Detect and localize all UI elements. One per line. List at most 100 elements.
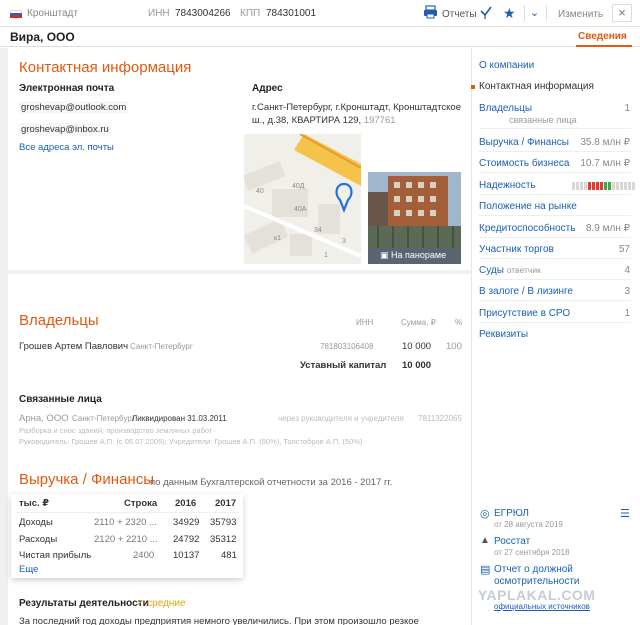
sidebar-divider: [479, 300, 631, 301]
sidebar-divider: [479, 128, 631, 129]
sidebar-item-pledge[interactable]: В залоге / В лизинге: [479, 286, 573, 297]
courts-tag: ответчик: [506, 265, 541, 275]
sidebar-divider: [479, 215, 631, 216]
flag-stripe: [10, 15, 22, 18]
close-button[interactable]: ×: [612, 4, 632, 22]
reports-button[interactable]: Отчеты: [442, 9, 477, 20]
sidebar-item-requisites[interactable]: Реквизиты: [479, 329, 528, 340]
email-value[interactable]: groshevap@outlook.com: [19, 101, 129, 114]
map-label: 40Д: [292, 183, 305, 190]
list-icon[interactable]: ☰: [620, 507, 630, 520]
pledge-count: 3: [624, 286, 630, 297]
fin-row-label: Чистая прибыль: [19, 550, 92, 561]
reliability-segment: [576, 182, 579, 190]
sidebar-item-tenders[interactable]: Участник торгов: [479, 244, 554, 255]
finance-more-link[interactable]: Еще: [19, 564, 38, 575]
panorama-label[interactable]: ▣ На панораме: [380, 250, 446, 261]
address-map[interactable]: 40Д 40 40А 34 3 к1 1: [244, 134, 361, 264]
inn-label: ИНН: [148, 8, 170, 19]
finance-value: 35.8 млн ₽: [580, 137, 630, 148]
sidebar-divider: [479, 258, 631, 259]
related-status: Ликвидирован 31.03.2011: [132, 414, 227, 423]
owner-pct: 100: [446, 341, 462, 352]
reliability-segment: [628, 182, 631, 190]
reliability-segment: [624, 182, 627, 190]
sidebar-subitem-related[interactable]: связанные лица: [509, 115, 577, 125]
address-line-2: ш., д.38, КВАРТИРА 129, 197761: [252, 115, 396, 126]
fin-row-2017: 481: [221, 550, 237, 561]
owner-location: Санкт-Петербург: [130, 342, 193, 351]
city-label: Кронштадт: [27, 8, 78, 19]
report-icon: ▤: [480, 564, 491, 576]
sidebar-item-market[interactable]: Положение на рынке: [479, 201, 577, 212]
fin-row-label: Расходы: [19, 534, 58, 545]
email-value[interactable]: groshevap@inbox.ru: [19, 123, 111, 136]
all-emails-link[interactable]: Все адреса эл. почты: [19, 142, 114, 153]
sidebar-item-contacts[interactable]: Контактная информация: [479, 81, 594, 92]
sidebar-item-reliability[interactable]: Надежность: [479, 180, 536, 191]
sidebar-item-sro[interactable]: Присутствие в СРО: [479, 308, 570, 319]
fin-row-2016: 34929: [173, 517, 200, 528]
map-label: к1: [274, 235, 281, 242]
panorama-label-text: На панораме: [391, 250, 447, 260]
fin-header: Строка: [124, 498, 158, 509]
reliability-segment: [588, 182, 591, 190]
fin-row-2017: 35793: [210, 517, 237, 528]
reliability-segment: [592, 182, 595, 190]
sidebar-item-business-value[interactable]: Стоимость бизнеса: [479, 158, 569, 169]
top-bar: Кронштадт ИНН 7843004266 КПП 784301001 О…: [0, 0, 640, 27]
rosstat-date: от 27 сентября 2018: [494, 548, 570, 557]
active-tab-underline: [576, 45, 632, 47]
street-panorama[interactable]: ▣ На панораме: [368, 172, 461, 264]
rosstat-link[interactable]: Росстат: [494, 536, 530, 547]
tenders-count: 57: [618, 244, 630, 255]
related-company-name[interactable]: Арна, ООО: [19, 413, 69, 424]
star-icon[interactable]: ★: [503, 5, 516, 21]
finance-title: Выручка / Финансы: [19, 471, 154, 488]
email-label: Электронная почта: [19, 83, 115, 94]
panorama-icon: ▣: [380, 250, 389, 260]
watermark: YAPLAKAL.COM: [478, 587, 596, 603]
sidebar-item-about[interactable]: О компании: [479, 60, 534, 71]
edit-button[interactable]: Изменить: [558, 9, 603, 20]
fin-row-2017: 35312: [210, 534, 237, 545]
diligence-report-link[interactable]: Отчет о должной: [494, 564, 573, 575]
owner-sum: 10 000: [402, 341, 432, 352]
map-label: 40: [256, 188, 264, 195]
official-sources-link[interactable]: официальных источников: [494, 602, 590, 611]
owners-title: Владельцы: [19, 312, 99, 329]
checkmark-pin-icon[interactable]: [479, 5, 493, 23]
reliability-segment: [604, 182, 607, 190]
courts-count: 4: [624, 265, 630, 276]
reliability-bar: [572, 182, 635, 190]
printer-icon[interactable]: [423, 5, 438, 22]
fin-header: тыс. ₽: [19, 498, 49, 509]
tab-details[interactable]: Сведения: [578, 31, 627, 42]
diligence-report-link-2[interactable]: осмотрительности: [494, 576, 580, 587]
owners-col-inn: ИНН: [356, 318, 374, 327]
kpp-label: КПП: [240, 8, 261, 19]
capital-label: Уставный капитал: [300, 360, 387, 371]
related-inn: 7811322065: [418, 414, 462, 423]
sro-count: 1: [624, 308, 630, 319]
contacts-title: Контактная информация: [19, 59, 192, 76]
sidebar: О компании Контактная информация Владель…: [471, 48, 640, 625]
sidebar-item-credit[interactable]: Кредитоспособность: [479, 223, 575, 234]
fin-row-label: Доходы: [19, 517, 53, 528]
chevron-down-icon[interactable]: ⌄: [530, 5, 539, 21]
rosstat-icon: ▲: [480, 535, 490, 546]
credit-value: 8.9 млн ₽: [585, 223, 630, 234]
check-icon: ✓: [136, 598, 145, 609]
sidebar-item-owners[interactable]: Владельцы: [479, 103, 532, 114]
reliability-segment: [612, 182, 615, 190]
fin-header: 2016: [175, 498, 197, 509]
owner-name[interactable]: Грошев Артем Павлович: [19, 341, 128, 352]
address-line-1: г.Санкт-Петербург, г.Кронштадт, Кронштад…: [252, 102, 461, 113]
egrul-link[interactable]: ЕГРЮЛ: [494, 508, 529, 519]
owners-col-sum: Сумма, ₽: [401, 318, 436, 327]
sidebar-divider: [479, 172, 631, 173]
sidebar-divider: [479, 279, 631, 280]
sidebar-item-finance[interactable]: Выручка / Финансы: [479, 137, 569, 148]
sidebar-item-courts[interactable]: Суды ответчик: [479, 265, 541, 276]
fin-row-2016: 24792: [173, 534, 200, 545]
